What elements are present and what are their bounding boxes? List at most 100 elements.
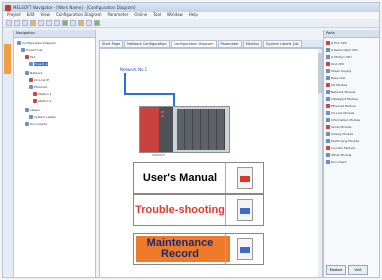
power-supply-module[interactable]	[140, 107, 159, 152]
tree-item[interactable]: Configuration Diagram	[17, 40, 56, 45]
scrollbar-thumb[interactable]	[318, 53, 322, 93]
tree-item-selected[interactable]: Project_A	[29, 61, 48, 66]
tree-item[interactable]: PLC	[25, 54, 36, 59]
parts-list-item[interactable]: Counter Module	[326, 145, 355, 150]
parts-list-item[interactable]: Q PLC CPU	[326, 40, 347, 45]
io-module[interactable]	[177, 109, 185, 150]
grid-icon[interactable]	[86, 20, 92, 26]
menu-help[interactable]: Help	[189, 12, 198, 19]
tree-item[interactable]: Station 2	[33, 98, 52, 103]
redo-icon[interactable]	[70, 20, 76, 26]
save-icon[interactable]	[22, 20, 28, 26]
network-label[interactable]: Network No.1	[120, 67, 147, 72]
plc-rack[interactable]	[139, 106, 230, 153]
document-maintenance-record[interactable]: Maintenance Record	[133, 233, 264, 265]
parts-list-item[interactable]: Document	[326, 159, 347, 164]
parts-header: Parts	[324, 30, 379, 38]
io-module[interactable]	[217, 109, 225, 150]
parts-list-label: Q Redundant CPU	[331, 47, 358, 52]
online-icon[interactable]	[94, 20, 100, 26]
menu-project[interactable]: Project	[7, 12, 21, 19]
network-icon	[29, 77, 33, 82]
unit-button[interactable]: Unit	[348, 265, 368, 275]
parts-list-item[interactable]: Q Redundant CPU	[326, 47, 358, 52]
title-bar: MELSOFT Navigator - [Work Name] - [Confi…	[3, 3, 379, 12]
io-module[interactable]	[201, 109, 209, 150]
document-users-manual[interactable]: User's Manual	[133, 162, 264, 194]
paste-icon[interactable]	[54, 20, 60, 26]
menu-bar: Project Edit View Configuration Diagram …	[3, 12, 379, 19]
cpu-module[interactable]	[159, 107, 173, 152]
tree-item[interactable]: Network	[25, 70, 43, 75]
tree-item[interactable]: Labels	[25, 107, 40, 112]
io-module[interactable]	[185, 109, 193, 150]
tab-network-configuration[interactable]: Network Configuration	[124, 40, 170, 47]
parts-list-item[interactable]: Base Unit	[326, 75, 345, 80]
left-dock-strip	[3, 30, 14, 277]
document-title: Maintenance Record	[146, 237, 214, 260]
cut-icon[interactable]	[38, 20, 44, 26]
canvas-scrollbar[interactable]	[318, 49, 322, 277]
undo-icon[interactable]	[62, 20, 68, 26]
parts-list-item[interactable]: Positioning Module	[326, 138, 359, 143]
menu-tool[interactable]: Tool	[153, 12, 161, 19]
parts-list-item[interactable]: Intelligent Module	[326, 96, 358, 101]
parts-list-item[interactable]: Other Module	[326, 152, 351, 157]
parts-list-label: Analog Module	[331, 131, 354, 136]
parts-list-item[interactable]: Network Module	[326, 89, 355, 94]
module-icon	[326, 40, 330, 45]
menu-edit[interactable]: Edit	[27, 12, 35, 19]
document-icon-cell[interactable]	[225, 195, 263, 225]
navigation-dock-button[interactable]	[4, 44, 11, 74]
parts-list-item[interactable]: Power Supply	[326, 68, 351, 73]
menu-window[interactable]: Window	[167, 12, 183, 19]
module-icon	[326, 47, 330, 52]
document-icon-cell[interactable]	[225, 163, 263, 193]
document-icon-cell[interactable]	[225, 234, 263, 264]
station-icon	[33, 98, 37, 103]
word-document-icon[interactable]	[236, 238, 253, 260]
menu-configuration[interactable]: Configuration Diagram	[56, 12, 102, 19]
tree-item[interactable]: System Labels	[29, 114, 56, 119]
parts-list-item[interactable]: I/O Module	[326, 82, 347, 87]
folder-icon	[21, 47, 25, 52]
tree-item[interactable]: Project List	[21, 47, 42, 52]
parts-list-item[interactable]: Serial Module	[326, 124, 351, 129]
io-module[interactable]	[193, 109, 201, 150]
document-title: Trouble-shooting	[135, 203, 225, 216]
parts-list-item[interactable]: QnA CPU	[326, 61, 344, 66]
print-icon[interactable]	[30, 20, 36, 26]
tree-item[interactable]: CC-Link IE	[29, 77, 49, 82]
tree-item[interactable]: Ethernet	[29, 84, 47, 89]
pdf-icon[interactable]	[236, 167, 253, 189]
open-icon[interactable]	[14, 20, 20, 26]
word-document-icon[interactable]	[236, 199, 253, 221]
module-icon	[326, 103, 330, 108]
tree-item[interactable]: Documents	[25, 121, 47, 126]
parts-list-item[interactable]: Information Module	[326, 117, 360, 122]
parts-list-label: Base Unit	[331, 75, 346, 80]
module-button[interactable]: Module	[326, 265, 346, 275]
module-icon	[326, 124, 330, 129]
copy-icon[interactable]	[46, 20, 52, 26]
menu-view[interactable]: View	[40, 12, 50, 19]
configuration-canvas[interactable]: Network No.1 Q06UDV User's Manual Troubl…	[99, 48, 323, 277]
parts-list-item[interactable]: Q Motion CPU	[326, 54, 352, 59]
document-troubleshooting[interactable]: Trouble-shooting	[133, 194, 264, 226]
parts-list-item[interactable]: Analog Module	[326, 131, 353, 136]
new-icon[interactable]	[6, 20, 12, 26]
zoom-icon[interactable]	[78, 20, 84, 26]
menu-online[interactable]: Online	[134, 12, 147, 19]
tab-start-page[interactable]: Start Page	[99, 40, 124, 47]
tab-configuration-diagram[interactable]: Configuration Diagram	[170, 40, 217, 47]
tree-item[interactable]: Station 1	[33, 91, 52, 96]
tab-system-labels[interactable]: System Labels List	[263, 40, 302, 47]
parts-list-item[interactable]: Ethernet Module	[326, 103, 356, 108]
navigation-header: Navigation	[14, 30, 95, 38]
io-module[interactable]	[209, 109, 217, 150]
parts-list-item[interactable]: CC-Link Module	[326, 110, 354, 115]
menu-parameter[interactable]: Parameter	[108, 12, 129, 19]
tab-monitor[interactable]: Monitor	[242, 40, 263, 47]
parts-list-label: Other Module	[331, 152, 352, 157]
tab-parameter[interactable]: Parameter	[217, 40, 242, 47]
